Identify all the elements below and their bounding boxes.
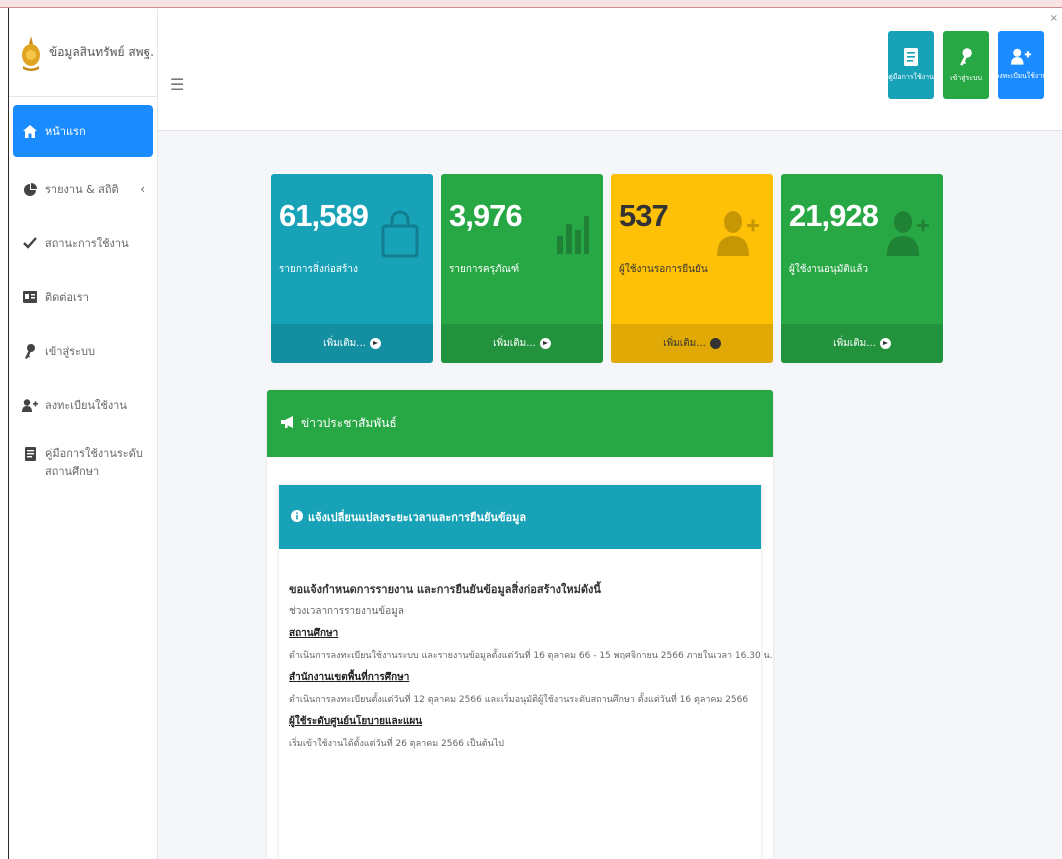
sidebar: ข้อมูลสินทรัพย์ สพฐ. หน้าแรก รายงาน & สถ… (9, 9, 158, 859)
section-text: ดำเนินการลงทะเบียนตั้งแต่วันที่ 12 ตุลาค… (289, 695, 749, 705)
user-plus-icon (1011, 48, 1031, 67)
sidebar-item-register[interactable]: ลงทะเบียนใช้งาน (13, 385, 153, 425)
sidebar-item-label: ติดต่อเรา (45, 291, 89, 304)
user-plus-icon (717, 210, 759, 260)
brand-title: ข้อมูลสินทรัพย์ สพฐ. (49, 45, 154, 59)
stat-more-link[interactable]: เพิ่มเติม... (271, 324, 433, 363)
news-card: ข่าวประชาสัมพันธ์ แจ้งเปลี่ยนแปลงระยะเวล… (267, 390, 773, 859)
arrow-circle-right-icon (879, 338, 891, 349)
key-icon (21, 343, 39, 359)
notice-body: ขอแจ้งกำหนดการรายงาน และการยืนยันข้อมูลส… (279, 549, 773, 755)
pie-chart-icon (21, 182, 39, 196)
check-icon (21, 237, 39, 249)
user-plus-icon (21, 398, 39, 412)
notice-subheading: ช่วงเวลาการรายงานข้อมูล (289, 606, 404, 617)
brand[interactable]: ข้อมูลสินทรัพย์ สพฐ. (9, 9, 157, 97)
close-icon[interactable]: × (1050, 13, 1058, 24)
document-icon (21, 447, 39, 461)
stat-more-link[interactable]: เพิ่มเติม... (441, 324, 603, 363)
login-button[interactable]: เข้าสู่ระบบ (943, 31, 989, 99)
news-title: ข่าวประชาสัมพันธ์ (301, 416, 397, 430)
section-title: ผู้ใช้ระดับศูนย์นโยบายและแผน (289, 716, 423, 727)
notice-header: แจ้งเปลี่ยนแปลงระยะเวลาและการยืนยันข้อมู… (279, 485, 761, 549)
arrow-circle-right-icon (369, 338, 381, 349)
section-title: สถานศึกษา (289, 628, 339, 639)
stat-box-buildings: 61,589 รายการสิ่งก่อสร้าง เพิ่มเติม... (271, 174, 433, 363)
arrow-circle-right-icon (539, 338, 551, 349)
sidebar-item-label: รายงาน & สถิติ (45, 183, 119, 196)
bar-chart-icon (555, 210, 589, 258)
news-card-header: ข่าวประชาสัมพันธ์ (267, 390, 773, 457)
chevron-left-icon: ‹ (140, 182, 145, 196)
notice-title: แจ้งเปลี่ยนแปลงระยะเวลาและการยืนยันข้อมู… (308, 511, 527, 524)
register-button[interactable]: ลงทะเบียนใช้งาน (994, 31, 1048, 99)
shopping-bag-icon (381, 210, 419, 262)
sidebar-item-contact[interactable]: ติดต่อเรา (13, 277, 153, 317)
document-icon (904, 47, 918, 68)
top-navbar: ☰ คู่มือการใช้งาน เข้าสู่ระบบ ลงทะเบียนใ… (158, 9, 1062, 131)
stat-label: รายการครุภัณฑ์ (449, 264, 520, 275)
register-button-label: ลงทะเบียนใช้งาน (994, 72, 1048, 80)
section-title: สำนักงานเขตพื้นที่การศึกษา (289, 672, 410, 683)
key-icon (959, 47, 973, 69)
arrow-circle-right-icon (709, 338, 721, 349)
sidebar-item-label: ลงทะเบียนใช้งาน (45, 399, 127, 412)
stat-label: ผู้ใช้งานรอการยืนยัน (619, 264, 708, 275)
sidebar-item-login[interactable]: เข้าสู่ระบบ (13, 331, 153, 371)
user-plus-icon (887, 210, 929, 260)
stat-more-label: เพิ่มเติม... (663, 338, 706, 349)
stat-label: ผู้ใช้งานอนุมัติแล้ว (789, 264, 868, 275)
sidebar-item-label: คู่มือการใช้งานระดับสถานศึกษา (45, 447, 143, 478)
sidebar-item-label: สถานะการใช้งาน (45, 237, 129, 250)
sidebar-item-home[interactable]: หน้าแรก (13, 105, 153, 157)
bullhorn-icon (281, 416, 295, 431)
section-text: ดำเนินการลงทะเบียนใช้งานระบบ และรายงานข้… (289, 651, 773, 661)
notice-heading: ขอแจ้งกำหนดการรายงาน และการยืนยันข้อมูลส… (289, 583, 601, 596)
sidebar-item-label: หน้าแรก (45, 125, 86, 138)
stat-label: รายการสิ่งก่อสร้าง (279, 264, 358, 275)
info-circle-icon (291, 509, 303, 525)
stat-more-label: เพิ่มเติม... (323, 338, 366, 349)
stat-more-link[interactable]: เพิ่มเติม... (611, 324, 773, 363)
sidebar-item-manual[interactable]: คู่มือการใช้งานระดับสถานศึกษา (13, 439, 153, 481)
sidebar-item-status[interactable]: สถานะการใช้งาน (13, 223, 153, 263)
manual-button-label: คู่มือการใช้งาน (888, 72, 934, 81)
login-button-label: เข้าสู่ระบบ (950, 73, 982, 82)
sidebar-nav: หน้าแรก รายงาน & สถิติ ‹ สถานะการใช้งาน … (9, 97, 157, 503)
window-top-border (0, 0, 1062, 8)
stat-more-link[interactable]: เพิ่มเติม... (781, 324, 943, 363)
contact-card-icon (21, 291, 39, 303)
stat-more-label: เพิ่มเติม... (833, 338, 876, 349)
sidebar-item-reports[interactable]: รายงาน & สถิติ ‹ (13, 169, 153, 209)
obec-logo-icon (17, 33, 45, 73)
notice-card: แจ้งเปลี่ยนแปลงระยะเวลาและการยืนยันข้อมู… (279, 485, 773, 859)
home-icon (21, 124, 39, 138)
hamburger-menu-icon[interactable]: ☰ (170, 75, 184, 94)
stat-more-label: เพิ่มเติม... (493, 338, 536, 349)
section-text: เริ่มเข้าใช้งานได้ตั้งแต่วันที่ 26 ตุลาค… (289, 739, 504, 749)
stat-box-approved-users: 21,928 ผู้ใช้งานอนุมัติแล้ว เพิ่มเติม... (781, 174, 943, 363)
sidebar-item-label: เข้าสู่ระบบ (45, 345, 95, 358)
stat-box-pending-users: 537 ผู้ใช้งานรอการยืนยัน เพิ่มเติม... (611, 174, 773, 363)
manual-button[interactable]: คู่มือการใช้งาน (888, 31, 934, 99)
stat-box-equipment: 3,976 รายการครุภัณฑ์ เพิ่มเติม... (441, 174, 603, 363)
